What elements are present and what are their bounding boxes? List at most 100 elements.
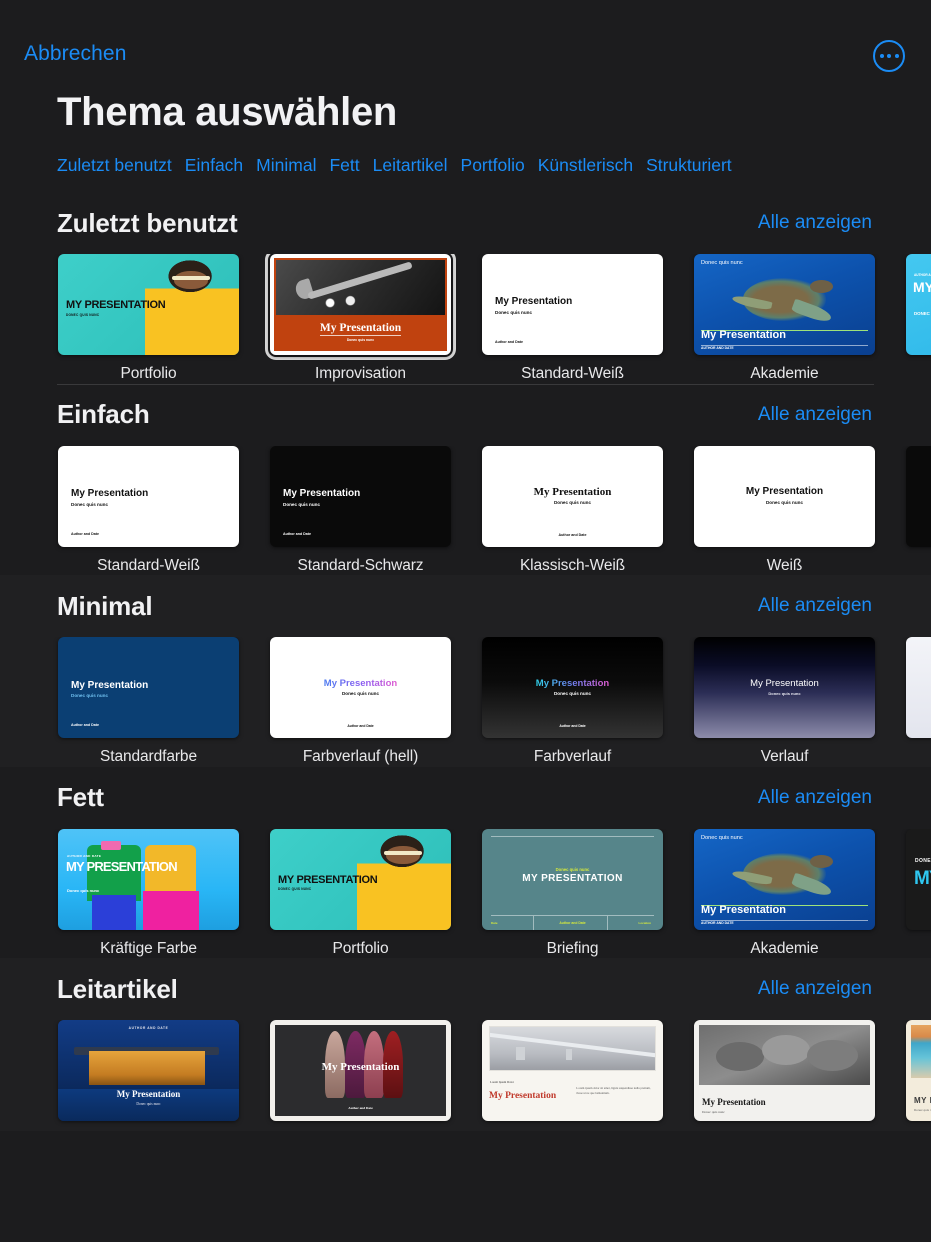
- photo-shape: [276, 260, 445, 316]
- thumb-wrapper[interactable]: Donec quis nunc My Presentation AUTHOR A…: [694, 828, 875, 930]
- tab-fett[interactable]: Fett: [329, 155, 372, 176]
- theme-card-farbverlauf-hell[interactable]: My Presentation Donec quis nunc Author a…: [270, 637, 451, 767]
- theme-card-portfolio[interactable]: MY PRESENTATION DONEC QUIS NUNC Portfoli…: [270, 828, 451, 959]
- slide-title: My Presentation: [283, 488, 361, 500]
- theme-card-partial[interactable]: MY PRESENTATION Donec quis nunc: [906, 1020, 931, 1131]
- theme-card-standard-schwarz[interactable]: My Presentation Donec quis nunc Author a…: [270, 445, 451, 576]
- thumb-wrapper[interactable]: My Presentation Donec quis nunc Author a…: [270, 445, 451, 547]
- theme-card-bridge[interactable]: Lorem Ipsum Dolor My Presentation Lorem …: [482, 1020, 663, 1131]
- theme-card-opera[interactable]: AUTHOR AND DATE My Presentation Donec qu…: [58, 1020, 239, 1131]
- thumb-wrapper[interactable]: DONEC QUIS NUNC MY PRESENTATION: [906, 828, 931, 930]
- more-options-icon[interactable]: [873, 40, 905, 72]
- thumb-wrapper[interactable]: [906, 637, 931, 739]
- thumb-wrapper[interactable]: AUTHOR AND DATE MY PRESENTATION Donec qu…: [58, 828, 239, 930]
- card-row[interactable]: My Presentation Donec quis nunc Author a…: [0, 445, 931, 576]
- slide-title: My Presentation: [321, 1060, 400, 1073]
- thumb-wrapper[interactable]: My Presentation Donec quis nunc Author a…: [58, 445, 239, 547]
- building-shape: [88, 1050, 205, 1085]
- theme-card-farbverlauf[interactable]: My Presentation Donec quis nunc Author a…: [482, 637, 663, 767]
- thumb-wrapper[interactable]: My Presentation Donec quis nunc: [694, 637, 875, 739]
- thumb-wrapper[interactable]: My Presentation Donec quis nunc Author a…: [482, 637, 663, 739]
- slide-author: Author and Date: [559, 724, 586, 729]
- see-all-button[interactable]: Alle anzeigen: [758, 595, 872, 617]
- see-all-button[interactable]: Alle anzeigen: [758, 787, 872, 809]
- rule: [491, 914, 654, 916]
- slide-author: Author and Date: [71, 723, 99, 728]
- theme-card-verlauf[interactable]: My Presentation Donec quis nunc Verlauf: [694, 637, 875, 767]
- thumb-wrapper[interactable]: AUTHOR AND DATE MY PRESENTATION DONEC QU…: [906, 254, 931, 355]
- slide-title: MY PRESENTATION: [278, 873, 378, 886]
- card-row[interactable]: AUTHOR AND DATE My Presentation Donec qu…: [0, 1020, 931, 1131]
- card-row[interactable]: AUTHOR AND DATE MY PRESENTATION Donec qu…: [0, 828, 931, 959]
- thumb-wrapper[interactable]: My Presentation Donec quis nunc: [694, 1020, 875, 1122]
- theme-card-akademie[interactable]: Donec quis nunc My Presentation AUTHOR A…: [694, 254, 875, 384]
- bridge-pier-shape: [565, 1049, 573, 1060]
- theme-card-kids[interactable]: My Presentation Donec quis nunc: [694, 1020, 875, 1131]
- tab-einfach[interactable]: Einfach: [185, 155, 256, 176]
- theme-thumbnail: My Presentation Donec quis nunc Author a…: [482, 254, 663, 355]
- theme-card-akademie[interactable]: Donec quis nunc My Presentation AUTHOR A…: [694, 828, 875, 959]
- thumb-wrapper-selected[interactable]: My Presentation Donec quis nunc: [265, 254, 456, 360]
- theme-card-klassisch-weiss[interactable]: My Presentation Donec quis nunc Author a…: [482, 445, 663, 576]
- tab-kuenstlerisch[interactable]: Künstlerisch: [538, 155, 646, 176]
- slide-subtitle: Donec quis nunc: [136, 1102, 161, 1107]
- tab-leitartikel[interactable]: Leitartikel: [373, 155, 461, 176]
- theme-thumbnail: Donec quis nunc My Presentation AUTHOR A…: [694, 254, 875, 355]
- thumb-wrapper[interactable]: My Presentation Author and Date: [270, 1020, 451, 1122]
- person-shape: [92, 895, 136, 930]
- thumb-wrapper[interactable]: My Presentation Donec quis nunc Author a…: [482, 445, 663, 547]
- section-header: Fett Alle anzeigen: [0, 767, 931, 829]
- tab-minimal[interactable]: Minimal: [256, 155, 329, 176]
- slide-subtitle: Donec quis nunc: [701, 834, 743, 841]
- thumb-wrapper[interactable]: Lorem Ipsum Dolor My Presentation Lorem …: [482, 1020, 663, 1122]
- thumb-wrapper[interactable]: My Presentation Donec quis nunc Author a…: [482, 254, 663, 355]
- theme-thumbnail: My Presentation Donec quis nunc Author a…: [482, 445, 663, 547]
- thumb-wrapper[interactable]: MY PRESENTATION Donec quis nunc: [906, 1020, 931, 1122]
- tab-portfolio[interactable]: Portfolio: [461, 155, 538, 176]
- theme-card-partial[interactable]: DONEC QUIS NUNC MY PRESENTATION: [906, 828, 931, 959]
- theme-card-partial[interactable]: [906, 637, 931, 767]
- see-all-button[interactable]: Alle anzeigen: [758, 404, 872, 426]
- thumb-wrapper[interactable]: My Presentation Donec quis nunc Author a…: [58, 637, 239, 739]
- see-all-button[interactable]: Alle anzeigen: [758, 978, 872, 1000]
- theme-card-standard-weiss[interactable]: My Presentation Donec quis nunc Author a…: [482, 254, 663, 384]
- slide-subtitle: Donec quis nunc: [71, 501, 109, 507]
- theme-card-standardfarbe[interactable]: My Presentation Donec quis nunc Author a…: [58, 637, 239, 767]
- slide-text: My Presentation Donec quis nunc: [750, 679, 819, 696]
- theme-thumbnail: My Presentation Donec quis nunc Author a…: [58, 637, 239, 739]
- thumb-wrapper[interactable]: My Presentation Donec quis nunc Author a…: [270, 637, 451, 739]
- theme-card-kraeftige-farbe[interactable]: AUTHOR AND DATE MY PRESENTATION Donec qu…: [58, 828, 239, 959]
- card-row[interactable]: MY PRESENTATION DONEC QUIS NUNC Portfoli…: [0, 254, 931, 384]
- theme-card-partial[interactable]: AUTHOR AND DATE MY PRESENTATION DONEC QU…: [906, 254, 931, 384]
- thumb-wrapper[interactable]: Donec quis nunc MY PRESENTATION Date Aut…: [482, 828, 663, 930]
- theme-card-lipstick[interactable]: My Presentation Author and Date: [270, 1020, 451, 1131]
- theme-thumbnail: My Presentation Donec quis nunc Author a…: [482, 637, 663, 739]
- thumb-wrapper[interactable]: MY PRESENTATION DONEC QUIS NUNC: [270, 828, 451, 930]
- see-all-button[interactable]: Alle anzeigen: [758, 212, 872, 234]
- slide-subtitle: Donec quis nunc: [702, 1109, 725, 1114]
- thumb-wrapper[interactable]: My Presentation: [906, 445, 931, 547]
- thumb-wrapper[interactable]: MY PRESENTATION DONEC QUIS NUNC: [58, 254, 239, 355]
- theme-card-improvisation[interactable]: My Presentation Donec quis nunc Improvis…: [265, 254, 456, 384]
- thumb-wrapper[interactable]: My Presentation Donec quis nunc: [694, 445, 875, 547]
- theme-card-label: Standard-Weiß: [521, 365, 624, 382]
- category-tabbar: Zuletzt benutzt Einfach Minimal Fett Lei…: [57, 155, 745, 176]
- theme-card-partial[interactable]: My Presentation: [906, 445, 931, 576]
- card-row[interactable]: My Presentation Donec quis nunc Author a…: [0, 637, 931, 767]
- slide-text: MY PRESENTATION DONEC QUIS NUNC: [278, 873, 378, 892]
- section-minimal: Minimal Alle anzeigen My Presentation Do…: [0, 575, 931, 767]
- thumb-wrapper[interactable]: AUTHOR AND DATE My Presentation Donec qu…: [58, 1020, 239, 1122]
- slide-subtitle: Donec quis nunc: [553, 691, 591, 697]
- section-title: Minimal: [57, 590, 153, 621]
- slide-title: My Presentation: [489, 1091, 557, 1102]
- theme-card-portfolio[interactable]: MY PRESENTATION DONEC QUIS NUNC Portfoli…: [58, 254, 239, 384]
- theme-card-briefing[interactable]: Donec quis nunc MY PRESENTATION Date Aut…: [482, 828, 663, 959]
- slide-body-copy: Lorem ipsum dolor sit amet, ligula suspe…: [576, 1086, 651, 1095]
- tab-zuletzt-benutzt[interactable]: Zuletzt benutzt: [57, 155, 185, 176]
- theme-card-standard-weiss[interactable]: My Presentation Donec quis nunc Author a…: [58, 445, 239, 576]
- theme-thumbnail: AUTHOR AND DATE MY PRESENTATION Donec qu…: [58, 828, 239, 930]
- cancel-button[interactable]: Abbrechen: [24, 42, 126, 66]
- tab-strukturiert[interactable]: Strukturiert: [646, 155, 745, 176]
- thumb-wrapper[interactable]: Donec quis nunc My Presentation AUTHOR A…: [694, 254, 875, 355]
- theme-card-weiss[interactable]: My Presentation Donec quis nunc Weiß: [694, 445, 875, 576]
